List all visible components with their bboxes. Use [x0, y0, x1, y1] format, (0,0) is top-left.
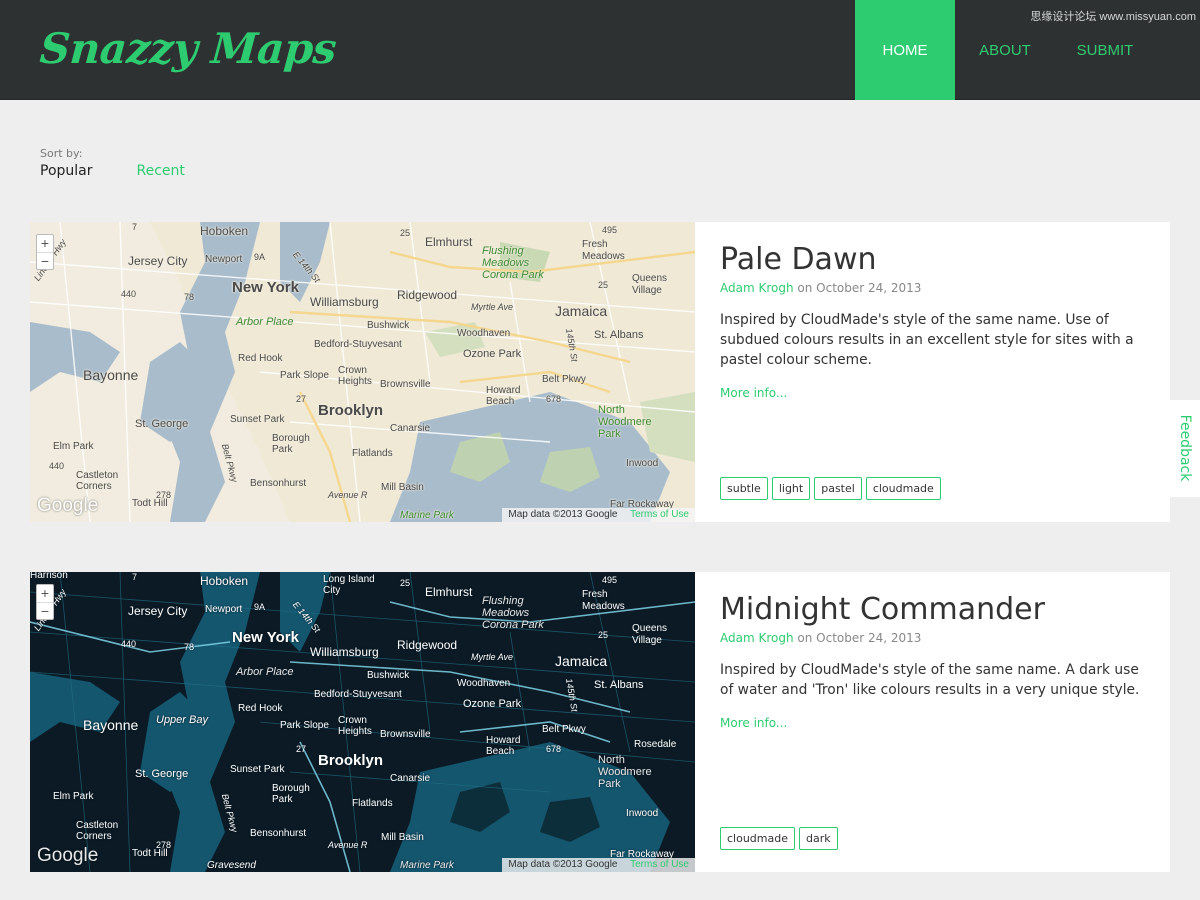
- map-tiles: [30, 572, 695, 872]
- sort-recent[interactable]: Recent: [137, 163, 185, 179]
- post-date: on October 24, 2013: [797, 281, 922, 295]
- map-attribution: Map data ©2013 Google Terms of Use: [502, 858, 695, 872]
- terms-link[interactable]: Terms of Use: [630, 859, 689, 870]
- top-navbar: Snazzy Maps HOME ABOUT SUBMIT 思缘设计论坛 www…: [0, 0, 1200, 100]
- map-attribution: Map data ©2013 Google Terms of Use: [502, 508, 695, 522]
- map-tiles: [30, 222, 695, 522]
- tag-list: cloudmade dark: [720, 827, 838, 850]
- map-data-text: Map data ©2013 Google: [508, 859, 618, 870]
- map-preview[interactable]: Hoboken Jersey City Newport New York Wil…: [30, 222, 695, 522]
- feedback-tab[interactable]: Feedback: [1170, 400, 1200, 497]
- zoom-in-button[interactable]: +: [37, 235, 53, 252]
- google-logo: Google: [37, 495, 99, 516]
- zoom-out-button[interactable]: −: [37, 602, 53, 619]
- map-description: Inspired by CloudMade's style of the sam…: [720, 312, 1134, 368]
- site-logo[interactable]: Snazzy Maps: [38, 24, 337, 73]
- tag[interactable]: light: [771, 477, 811, 500]
- map-info: Pale Dawn Adam Krogh on October 24, 2013…: [695, 222, 1170, 522]
- sort-control: Sort by: Popular Recent: [40, 147, 185, 179]
- tag-list: subtle light pastel cloudmade: [720, 477, 941, 500]
- post-date: on October 24, 2013: [797, 631, 922, 645]
- map-data-text: Map data ©2013 Google: [508, 509, 618, 520]
- tag[interactable]: subtle: [720, 477, 768, 500]
- sort-label: Sort by:: [40, 147, 83, 160]
- more-info-link[interactable]: More info...: [720, 386, 1145, 400]
- zoom-control: + −: [36, 234, 54, 270]
- byline: Adam Krogh on October 24, 2013: [720, 281, 1145, 295]
- zoom-out-button[interactable]: −: [37, 252, 53, 269]
- byline: Adam Krogh on October 24, 2013: [720, 631, 1145, 645]
- tag[interactable]: cloudmade: [720, 827, 795, 850]
- terms-link[interactable]: Terms of Use: [630, 509, 689, 520]
- map-card: Harrison Hoboken Long Island City Jersey…: [30, 572, 1170, 872]
- map-description: Inspired by CloudMade's style of the sam…: [720, 662, 1140, 698]
- map-info: Midnight Commander Adam Krogh on October…: [695, 572, 1170, 872]
- map-title[interactable]: Pale Dawn: [720, 242, 1145, 277]
- map-preview[interactable]: Harrison Hoboken Long Island City Jersey…: [30, 572, 695, 872]
- tag[interactable]: cloudmade: [865, 477, 941, 500]
- zoom-control: + −: [36, 584, 54, 620]
- author-link[interactable]: Adam Krogh: [720, 631, 794, 645]
- google-logo: Google: [37, 845, 99, 866]
- more-info-link[interactable]: More info...: [720, 716, 1145, 730]
- map-title[interactable]: Midnight Commander: [720, 592, 1145, 627]
- sort-popular[interactable]: Popular: [40, 163, 93, 179]
- tag[interactable]: pastel: [814, 477, 862, 500]
- nav-home[interactable]: HOME: [855, 0, 955, 100]
- feedback-label: Feedback: [1177, 414, 1193, 482]
- author-link[interactable]: Adam Krogh: [720, 281, 794, 295]
- zoom-in-button[interactable]: +: [37, 585, 53, 602]
- tag[interactable]: dark: [799, 827, 838, 850]
- watermark: 思缘设计论坛 www.missyuan.com: [1030, 11, 1196, 23]
- map-card: Hoboken Jersey City Newport New York Wil…: [30, 222, 1170, 522]
